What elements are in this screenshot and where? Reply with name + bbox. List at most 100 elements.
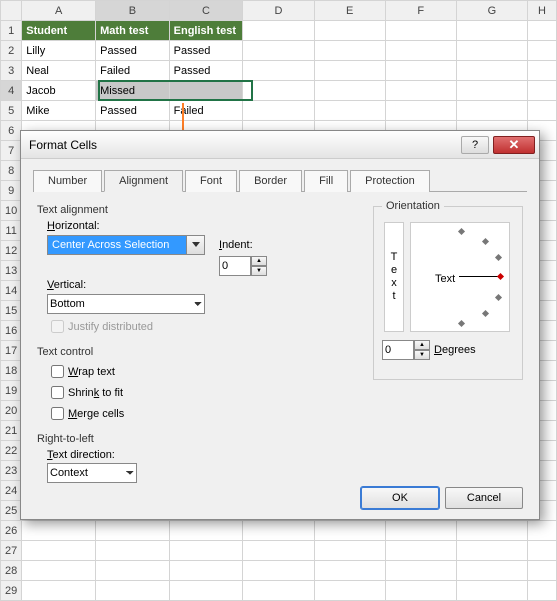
row-29[interactable]: 29 [1, 581, 22, 601]
tab-fill[interactable]: Fill [304, 170, 348, 192]
horizontal-select[interactable]: Center Across Selection [47, 235, 205, 255]
cell-C3[interactable]: Passed [169, 61, 243, 81]
col-B[interactable]: B [96, 1, 170, 21]
cell[interactable] [385, 101, 456, 121]
cell-B2[interactable]: Passed [96, 41, 170, 61]
cell-A2[interactable]: Lilly [22, 41, 96, 61]
row-6[interactable]: 6 [1, 121, 22, 141]
row-17[interactable]: 17 [1, 341, 22, 361]
row-23[interactable]: 23 [1, 461, 22, 481]
row-21[interactable]: 21 [1, 421, 22, 441]
cell[interactable] [385, 581, 456, 601]
cell[interactable] [528, 101, 557, 121]
help-button[interactable]: ? [461, 136, 489, 154]
cell-B3[interactable]: Failed [96, 61, 170, 81]
row-20[interactable]: 20 [1, 401, 22, 421]
cell[interactable] [243, 81, 314, 101]
cell[interactable] [22, 561, 96, 581]
cell[interactable] [22, 541, 96, 561]
cell[interactable] [528, 581, 557, 601]
cell[interactable] [528, 81, 557, 101]
cell-A4[interactable]: Jacob [22, 81, 96, 101]
cell[interactable] [528, 561, 557, 581]
cell[interactable] [385, 561, 456, 581]
cell[interactable] [314, 541, 385, 561]
row-14[interactable]: 14 [1, 281, 22, 301]
cell[interactable] [96, 541, 170, 561]
cell[interactable] [243, 101, 314, 121]
cell[interactable] [456, 521, 527, 541]
cell[interactable] [385, 81, 456, 101]
shrink-checkbox[interactable] [51, 386, 64, 399]
cell[interactable] [385, 521, 456, 541]
cell[interactable] [243, 541, 314, 561]
row-22[interactable]: 22 [1, 441, 22, 461]
tab-number[interactable]: Number [33, 170, 102, 192]
cell[interactable] [456, 581, 527, 601]
row-4[interactable]: 4 [1, 81, 22, 101]
cell[interactable] [528, 61, 557, 81]
col-E[interactable]: E [314, 1, 385, 21]
spin-up-icon[interactable]: ▲ [414, 340, 430, 350]
indent-spinner[interactable]: ▲▼ [219, 256, 267, 276]
dropdown-icon[interactable] [187, 235, 205, 255]
cell[interactable] [456, 101, 527, 121]
cell[interactable] [385, 21, 456, 41]
cell[interactable] [456, 61, 527, 81]
vertical-select[interactable]: Bottom [47, 294, 205, 314]
orientation-vertical-button[interactable]: Text [384, 222, 404, 332]
col-C[interactable]: C [169, 1, 243, 21]
cancel-button[interactable]: Cancel [445, 487, 523, 509]
cell[interactable] [243, 521, 314, 541]
row-15[interactable]: 15 [1, 301, 22, 321]
cell[interactable] [169, 561, 243, 581]
row-19[interactable]: 19 [1, 381, 22, 401]
row-2[interactable]: 2 [1, 41, 22, 61]
cell[interactable] [385, 61, 456, 81]
spin-up-icon[interactable]: ▲ [251, 256, 267, 266]
row-8[interactable]: 8 [1, 161, 22, 181]
row-13[interactable]: 13 [1, 261, 22, 281]
cell-B4[interactable]: Missed [96, 81, 170, 101]
cell[interactable] [169, 581, 243, 601]
cell[interactable] [314, 81, 385, 101]
cell[interactable] [96, 581, 170, 601]
degrees-input[interactable] [382, 340, 414, 360]
merge-checkbox[interactable] [51, 407, 64, 420]
text-direction-select[interactable]: Context [47, 463, 137, 483]
cell[interactable] [22, 581, 96, 601]
tab-border[interactable]: Border [239, 170, 302, 192]
cell-B1[interactable]: Math test [96, 21, 170, 41]
tab-alignment[interactable]: Alignment [104, 170, 183, 192]
col-G[interactable]: G [456, 1, 527, 21]
cell[interactable] [456, 541, 527, 561]
cell[interactable] [22, 521, 96, 541]
col-F[interactable]: F [385, 1, 456, 21]
row-11[interactable]: 11 [1, 221, 22, 241]
cell[interactable] [314, 521, 385, 541]
row-25[interactable]: 25 [1, 501, 22, 521]
cell[interactable] [169, 541, 243, 561]
cell[interactable] [528, 21, 557, 41]
cell-C5[interactable]: Failed [169, 101, 243, 121]
orientation-dial[interactable]: Text [410, 222, 510, 332]
cell[interactable] [456, 41, 527, 61]
cell[interactable] [243, 561, 314, 581]
degrees-spinner[interactable]: ▲▼ [382, 340, 430, 360]
cell-C1[interactable]: English test [169, 21, 243, 41]
cell-A3[interactable]: Neal [22, 61, 96, 81]
cell[interactable] [243, 21, 314, 41]
ok-button[interactable]: OK [361, 487, 439, 509]
tab-font[interactable]: Font [185, 170, 237, 192]
cell[interactable] [314, 561, 385, 581]
col-D[interactable]: D [243, 1, 314, 21]
row-12[interactable]: 12 [1, 241, 22, 261]
row-26[interactable]: 26 [1, 521, 22, 541]
col-A[interactable]: A [22, 1, 96, 21]
cell[interactable] [243, 61, 314, 81]
cell-C4[interactable] [169, 81, 243, 101]
row-9[interactable]: 9 [1, 181, 22, 201]
titlebar[interactable]: Format Cells ? ✕ [21, 131, 539, 159]
cell[interactable] [456, 21, 527, 41]
cell[interactable] [385, 541, 456, 561]
